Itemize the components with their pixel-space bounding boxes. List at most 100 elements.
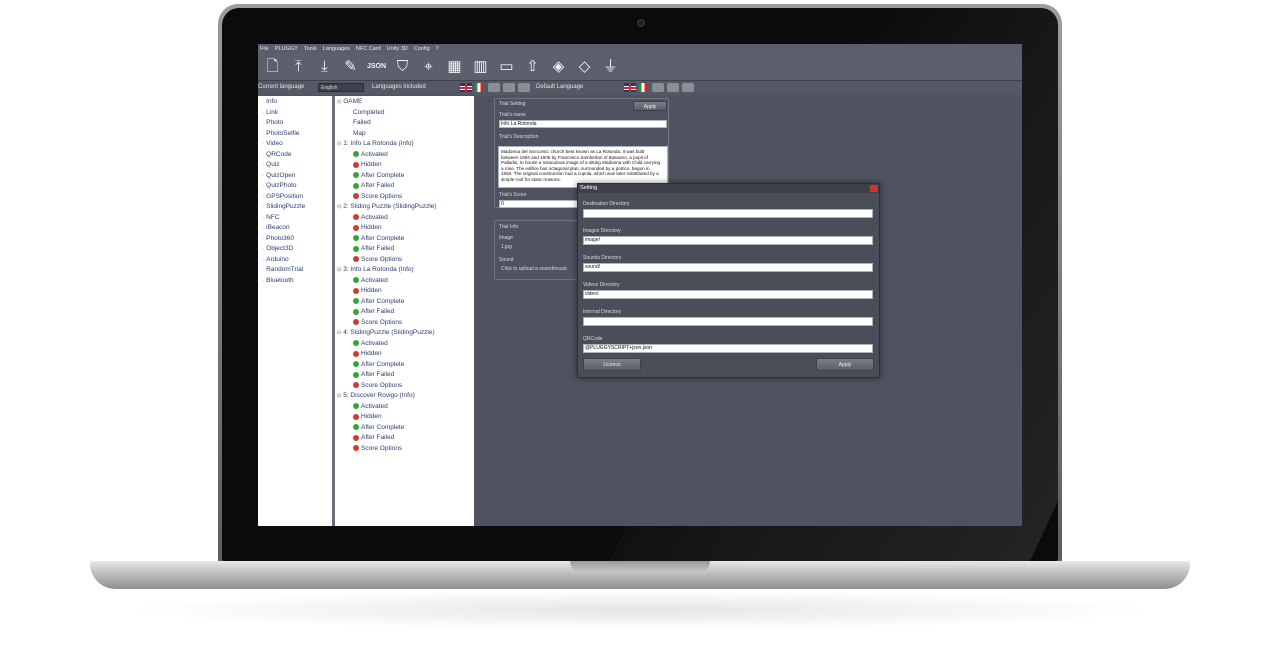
menu-item[interactable]: ? — [436, 46, 439, 52]
trial-description-textarea[interactable]: Madonna del Soccorso: church best known … — [498, 146, 668, 188]
collapse-icon[interactable]: ⊟ — [337, 141, 341, 147]
tree-item[interactable]: Hidden — [353, 350, 382, 357]
tree-item[interactable]: After Failed — [353, 245, 394, 252]
collapse-icon[interactable]: ⊟ — [337, 99, 341, 105]
setting-apply-button[interactable]: Apply — [816, 358, 874, 371]
tree-item[interactable]: Activated — [353, 277, 388, 284]
trial-type-item[interactable]: NFC — [262, 214, 279, 221]
tree-item[interactable]: Hidden — [353, 413, 382, 420]
setting-field-input[interactable]: sound/ — [583, 263, 873, 272]
collapse-icon[interactable]: ⊟ — [337, 330, 341, 336]
trial-type-item[interactable]: QRCode — [262, 151, 291, 158]
collapse-icon[interactable]: ⊟ — [337, 393, 341, 399]
trial-type-item[interactable]: QuizPhoto — [262, 182, 296, 189]
tree-item[interactable]: Failed — [353, 119, 371, 126]
trial-type-item[interactable]: Object3D — [262, 245, 293, 252]
language-remove-icon[interactable] — [488, 83, 500, 92]
default-language-globe-icon[interactable] — [682, 83, 694, 92]
default-uk-flag-icon[interactable] — [624, 83, 636, 92]
language-globe-icon[interactable] — [518, 83, 530, 92]
trial-type-item[interactable]: Photo360 — [262, 235, 294, 242]
usb-icon[interactable]: ⏚ — [599, 55, 622, 78]
menu-item[interactable]: File — [260, 46, 269, 52]
menu-item[interactable]: Config — [414, 46, 430, 52]
tree-group[interactable]: ⊟ 3: Info La Rotonda (Info) — [337, 266, 414, 273]
uk-flag-icon[interactable] — [460, 83, 472, 92]
close-icon[interactable] — [870, 185, 878, 192]
trial-score-input[interactable]: 0 — [499, 200, 579, 208]
language-add-icon[interactable] — [503, 83, 515, 92]
default-language-add-icon[interactable] — [667, 83, 679, 92]
download-file-icon[interactable]: ⤓ — [313, 55, 336, 78]
setting-field-input[interactable] — [583, 317, 873, 326]
tree-item[interactable]: After Failed — [353, 434, 394, 441]
mobile-icon[interactable]: ▭ — [495, 55, 518, 78]
map-icon[interactable]: ▥ — [469, 55, 492, 78]
package-icon[interactable]: ◈ — [547, 55, 570, 78]
setting-field-input[interactable]: image/ — [583, 236, 873, 245]
tree-item[interactable]: Activated — [353, 214, 388, 221]
tree-group[interactable]: ⊟ 1: Info La Rotonda (Info) — [337, 140, 414, 147]
italy-flag-icon[interactable] — [475, 83, 483, 92]
tree-item[interactable]: Score Options — [353, 193, 402, 200]
cloud-upload-icon[interactable]: ⇧ — [521, 55, 544, 78]
collapse-icon[interactable]: ⊟ — [337, 267, 341, 273]
tree-item[interactable]: Score Options — [353, 382, 402, 389]
trial-name-input[interactable]: Info La Rotonda — [499, 120, 667, 128]
tree-item[interactable]: Activated — [353, 151, 388, 158]
tree-item[interactable]: Activated — [353, 403, 388, 410]
setting-field-input[interactable]: video/ — [583, 290, 873, 299]
tree-item[interactable]: Completed — [353, 109, 384, 116]
menu-item[interactable]: PLUGGY — [275, 46, 298, 52]
current-language-select[interactable]: English — [318, 83, 364, 92]
trial-type-item[interactable]: QuizOpen — [262, 172, 295, 179]
new-file-icon[interactable]: 🗋 — [261, 55, 284, 78]
trial-type-item[interactable]: RandomTrial — [262, 266, 303, 273]
trial-type-item[interactable]: Bluetooth — [262, 277, 293, 284]
shield-check-icon[interactable]: ⛉ — [391, 55, 414, 78]
trial-type-item[interactable]: PhotoSelfie — [262, 130, 299, 137]
tree-item[interactable]: After Complete — [353, 235, 404, 242]
trial-type-item[interactable]: Info — [262, 98, 277, 105]
tree-group[interactable]: ⊟ 5: Discover Rovigo (Info) — [337, 392, 415, 399]
menu-item[interactable]: Languages — [323, 46, 350, 52]
trial-type-item[interactable]: Arduino — [262, 256, 288, 263]
tree-item[interactable]: Map — [353, 130, 366, 137]
tree-item[interactable]: After Complete — [353, 298, 404, 305]
tree-item[interactable]: Score Options — [353, 319, 402, 326]
tree-group[interactable]: ⊟ 2: Sliding Puzzle (SlidingPuzzle) — [337, 203, 436, 210]
tree-group[interactable]: ⊟ 4: SlidingPuzzle (SlidingPuzzle) — [337, 329, 435, 336]
tree-item[interactable]: After Failed — [353, 371, 394, 378]
default-language-remove-icon[interactable] — [652, 83, 664, 92]
map-pin-icon[interactable]: ⌖ — [417, 55, 440, 78]
trial-type-item[interactable]: iBeacon — [262, 224, 290, 231]
qrcode-icon[interactable]: ▦ — [443, 55, 466, 78]
tree-item[interactable]: After Complete — [353, 361, 404, 368]
tree-item[interactable]: Activated — [353, 340, 388, 347]
trial-type-item[interactable]: Quiz — [262, 161, 279, 168]
upload-file-icon[interactable]: ⤒ — [287, 55, 310, 78]
tree-item[interactable]: Score Options — [353, 445, 402, 452]
tree-item[interactable]: After Failed — [353, 308, 394, 315]
menu-item[interactable]: NFC Card — [356, 46, 381, 52]
default-italy-flag-icon[interactable] — [639, 83, 647, 92]
sound-upload-link[interactable]: Click to upload a sound/music — [501, 266, 567, 272]
trial-type-item[interactable]: SlidingPuzzle — [262, 203, 305, 210]
setting-field-input[interactable]: @PLUGGYSCRIPT+json.json — [583, 344, 873, 353]
tree-item[interactable]: After Complete — [353, 172, 404, 179]
unity-icon[interactable]: ◇ — [573, 55, 596, 78]
json-icon[interactable]: JSON — [365, 55, 388, 78]
tree-item[interactable]: Score Options — [353, 256, 402, 263]
tree-item[interactable]: Hidden — [353, 287, 382, 294]
tree-item[interactable]: Hidden — [353, 161, 382, 168]
tree-item[interactable]: After Complete — [353, 424, 404, 431]
tree-root[interactable]: ⊟ GAME — [337, 98, 362, 105]
menu-item[interactable]: Unity 3D — [387, 46, 408, 52]
tree-item[interactable]: Hidden — [353, 224, 382, 231]
trial-apply-button[interactable]: Apply — [633, 101, 667, 111]
licence-button[interactable]: Licence — [583, 358, 641, 371]
trial-type-item[interactable]: GPSPosition — [262, 193, 303, 200]
collapse-icon[interactable]: ⊟ — [337, 204, 341, 210]
trial-type-item[interactable]: Video — [262, 140, 283, 147]
tree-item[interactable]: After Failed — [353, 182, 394, 189]
